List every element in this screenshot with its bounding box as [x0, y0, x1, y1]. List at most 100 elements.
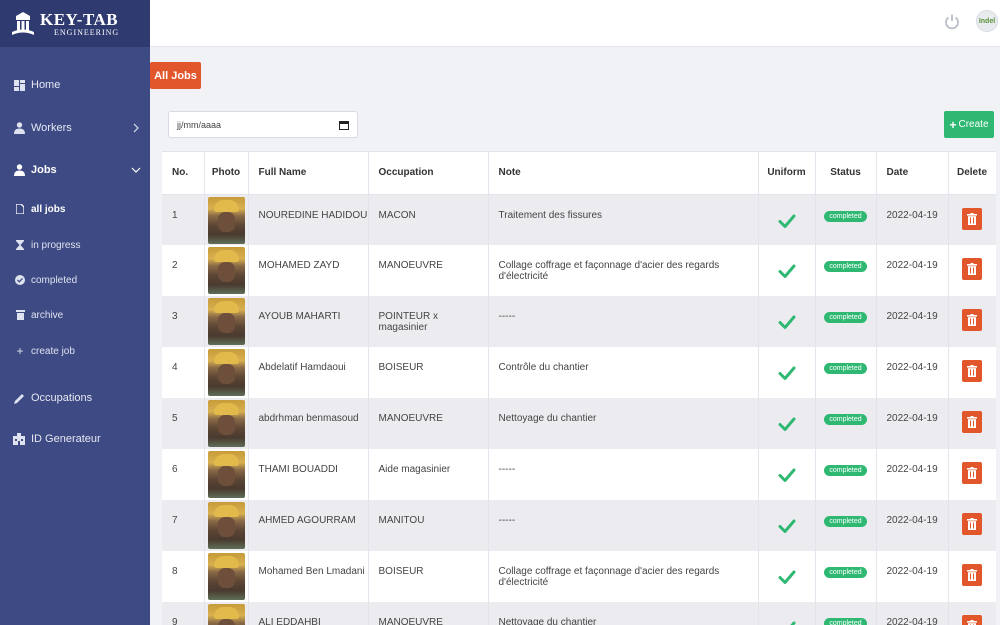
sidebar-item-occupations[interactable]: Occupations — [0, 383, 150, 413]
file-icon — [15, 204, 25, 214]
cell-note: ----- — [488, 500, 759, 551]
delete-button[interactable] — [962, 462, 982, 484]
user-tie-icon — [13, 122, 25, 134]
calendar-icon[interactable] — [339, 120, 349, 130]
delete-button[interactable] — [962, 513, 982, 535]
plus-icon: + — [949, 117, 957, 132]
worker-photo[interactable] — [207, 196, 245, 244]
worker-photo[interactable] — [207, 451, 245, 498]
worker-photo[interactable] — [207, 247, 245, 294]
sidebar-item-home[interactable]: Home — [0, 70, 150, 100]
check-icon — [789, 621, 795, 625]
brand[interactable]: KEY-TAB ENGINEERING — [0, 0, 150, 47]
worker-photo[interactable] — [207, 553, 245, 600]
cell-photo — [204, 398, 249, 449]
date-filter-input[interactable]: jj/mm/aaaa — [168, 111, 358, 138]
delete-button[interactable] — [962, 258, 982, 280]
table-row[interactable]: 1 NOUREDINE HADIDOU MACON Traitement des… — [162, 194, 996, 245]
cell-photo — [204, 500, 249, 551]
header-note[interactable]: Note — [488, 152, 759, 195]
cell-occupation: MACON — [368, 194, 489, 245]
check-icon — [778, 366, 795, 380]
cell-date: 2022-04-19 — [876, 194, 949, 245]
cell-status: completed — [815, 347, 877, 398]
status-badge: completed — [824, 516, 867, 527]
create-button[interactable]: + Create — [944, 111, 994, 138]
sidebar-subitem-in-progress[interactable]: in progress — [0, 232, 150, 258]
power-icon[interactable] — [942, 12, 962, 32]
status-badge: completed — [824, 414, 867, 425]
sidebar-subitem-create-job[interactable]: + create job — [0, 338, 150, 364]
cell-note: ----- — [488, 449, 759, 500]
sidebar-item-jobs[interactable]: Jobs — [0, 155, 150, 185]
delete-button[interactable] — [962, 309, 982, 331]
cell-occupation: MANOEUVRE — [368, 245, 489, 296]
cell-note: Nettoyage du chantier — [488, 398, 759, 449]
check-icon — [778, 417, 795, 431]
header-status[interactable]: Status — [815, 152, 877, 195]
status-badge: completed — [824, 465, 867, 476]
cell-photo — [204, 245, 249, 296]
check-icon — [778, 570, 795, 584]
header-no[interactable]: No. — [162, 152, 205, 195]
cell-full-name: ALI EDDAHBI — [248, 602, 369, 625]
table-row[interactable]: 3 AYOUB MAHARTI POINTEUR x magasinier --… — [162, 296, 996, 347]
cell-status: completed — [815, 551, 877, 602]
sidebar-item-label: Jobs — [31, 164, 57, 176]
sidebar-item-id-generateur[interactable]: ID Generateur — [0, 424, 150, 454]
worker-photo[interactable] — [207, 604, 245, 625]
cell-delete — [948, 500, 996, 551]
pencil-icon — [13, 392, 25, 404]
delete-button[interactable] — [962, 411, 982, 433]
avatar-text: Indel — [978, 17, 996, 25]
cell-note: Collage coffrage et façonnage d'acier de… — [488, 551, 759, 602]
subitem-label: all jobs — [31, 203, 66, 215]
header-full-name[interactable]: Full Name — [248, 152, 369, 195]
worker-photo[interactable] — [207, 298, 245, 345]
create-button-label: Create — [958, 119, 989, 130]
cell-photo — [204, 347, 249, 398]
subitem-label: create job — [31, 345, 75, 357]
table-row[interactable]: 2 MOHAMED ZAYD MANOEUVRE Collage coffrag… — [162, 245, 996, 296]
table-row[interactable]: 8 Mohamed Ben Lmadani BOISEUR Collage co… — [162, 551, 996, 602]
table-row[interactable]: 4 Abdelatif Hamdaoui BOISEUR Contrôle du… — [162, 347, 996, 398]
delete-button[interactable] — [962, 564, 982, 586]
sidebar-subitem-all-jobs[interactable]: all jobs — [0, 196, 150, 222]
cell-no: 4 — [162, 347, 205, 398]
cell-status: completed — [815, 245, 877, 296]
table-row[interactable]: 9 ALI EDDAHBI MANOEUVRE Nettoyage du cha… — [162, 602, 996, 625]
worker-photo[interactable] — [207, 349, 245, 396]
check-icon — [778, 468, 795, 482]
trash-icon — [967, 314, 977, 326]
sidebar-subitem-completed[interactable]: completed — [0, 267, 150, 293]
header-uniform[interactable]: Uniform — [758, 152, 816, 195]
cell-date: 2022-04-19 — [876, 296, 949, 347]
hourglass-icon — [15, 240, 25, 250]
header-delete[interactable]: Delete — [948, 152, 996, 195]
status-badge: completed — [824, 261, 867, 272]
cell-note: Contrôle du chantier — [488, 347, 759, 398]
header-photo[interactable]: Photo — [204, 152, 249, 195]
trash-icon — [967, 263, 977, 275]
worker-photo[interactable] — [207, 400, 245, 447]
delete-button[interactable] — [962, 615, 982, 625]
table-row[interactable]: 5 abdrhman benmasoud MANOEUVRE Nettoyage… — [162, 398, 996, 449]
table-row[interactable]: 6 THAMI BOUADDI Aide magasinier ----- co… — [162, 449, 996, 500]
worker-photo[interactable] — [207, 502, 245, 549]
cell-occupation: Aide magasinier — [368, 449, 489, 500]
delete-button[interactable] — [962, 360, 982, 382]
cell-no: 6 — [162, 449, 205, 500]
header-date[interactable]: Date — [876, 152, 949, 195]
delete-button[interactable] — [962, 207, 982, 230]
avatar[interactable]: Indel — [976, 10, 998, 32]
sidebar-item-label: Occupations — [31, 392, 93, 404]
header-occupation[interactable]: Occupation — [368, 152, 489, 195]
table-row[interactable]: 7 AHMED AGOURRAM MANITOU ----- completed… — [162, 500, 996, 551]
cell-note: ----- — [488, 296, 759, 347]
sidebar-item-workers[interactable]: Workers — [0, 113, 150, 143]
sidebar-subitem-archive[interactable]: archive — [0, 302, 150, 328]
status-badge: completed — [824, 363, 867, 374]
check-icon — [778, 214, 795, 228]
logo-icon — [12, 11, 34, 35]
cell-note: Traitement des fissures — [488, 194, 759, 245]
